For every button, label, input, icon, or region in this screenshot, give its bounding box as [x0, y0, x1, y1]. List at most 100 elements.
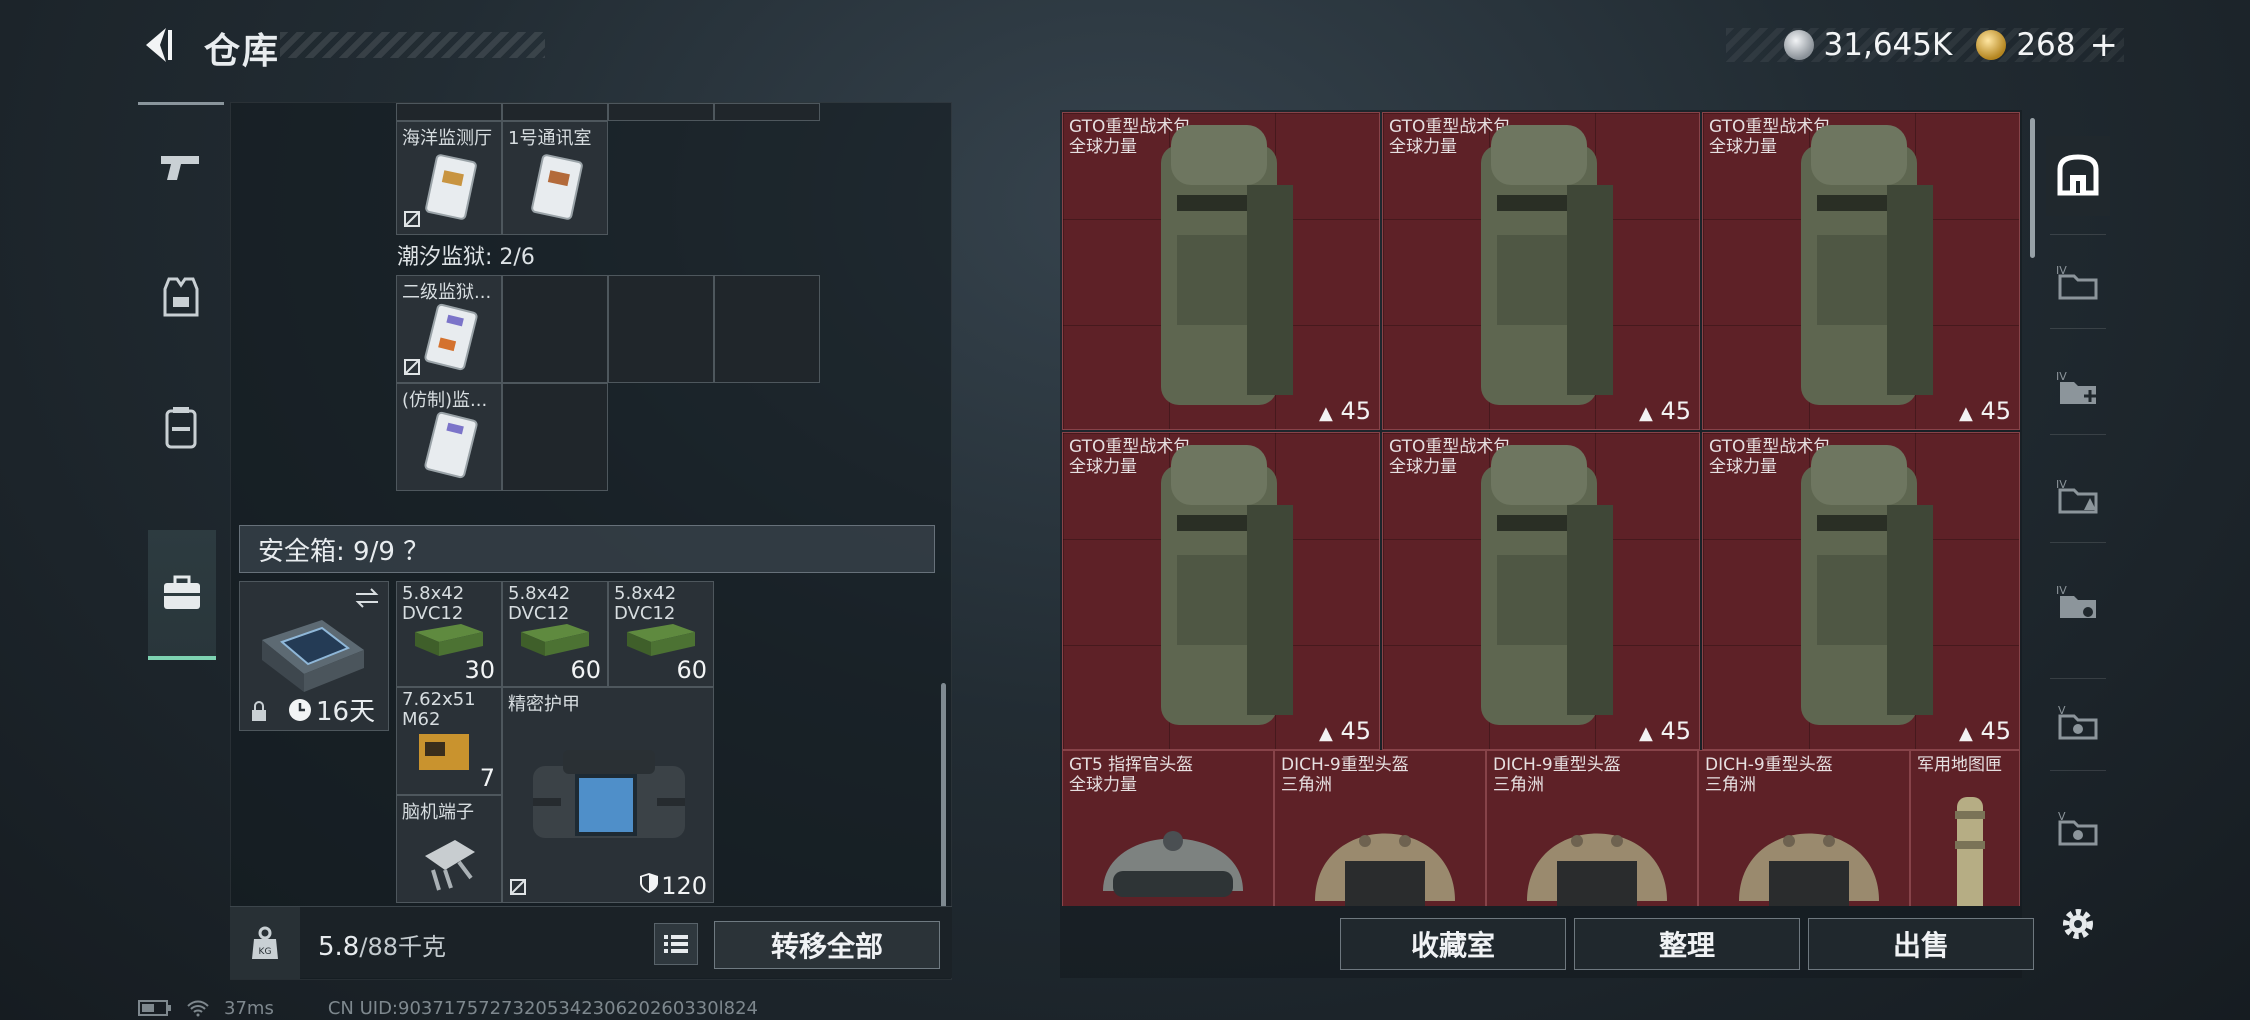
- item-name: (仿制)监...: [402, 390, 488, 411]
- gold-coin-icon: [1976, 30, 2007, 60]
- helmet-item[interactable]: DICH-9重型头盔 三角洲: [1486, 750, 1698, 906]
- nav-safebox[interactable]: [148, 530, 216, 660]
- armor-vest-icon: [163, 277, 199, 317]
- sort-button[interactable]: 整理: [1574, 918, 1800, 970]
- container-tab-4[interactable]: IV: [2046, 570, 2110, 634]
- keycard-icon: [425, 154, 477, 220]
- folder-warning-iv-icon: IV: [2056, 478, 2098, 514]
- transfer-all-button[interactable]: 转移全部: [714, 921, 940, 969]
- weight-current: 5.8: [318, 932, 360, 962]
- helmet-item[interactable]: DICH-9重型头盔 三角洲: [1274, 750, 1486, 906]
- item-count: 60: [676, 656, 707, 684]
- container-tab-1[interactable]: IV: [2046, 250, 2110, 314]
- sidebar-divider: [2050, 542, 2106, 543]
- backpack-item[interactable]: GTO重型战术包 全球力量 ▲ 45: [1382, 112, 1700, 430]
- item-name: 5.8x42 DVC12: [614, 583, 677, 624]
- item-faction: 全球力量: [1069, 457, 1137, 477]
- ammo-item[interactable]: 5.8x42 DVC12 60: [502, 581, 608, 687]
- grid-cell: [714, 103, 820, 121]
- helmet-item[interactable]: DICH-9重型头盔 三角洲: [1698, 750, 1910, 906]
- left-category-nav: [138, 100, 224, 680]
- backpack-item[interactable]: GTO重型战术包 全球力量 ▲ 45: [1702, 112, 2020, 430]
- count-value: 45: [1980, 717, 2011, 745]
- item-name: DICH-9重型头盔: [1705, 755, 1833, 775]
- swap-icon[interactable]: [354, 588, 380, 608]
- container-tab-3[interactable]: IV: [2046, 464, 2110, 528]
- svg-text:IV: IV: [2056, 584, 2067, 597]
- list-icon: [664, 935, 688, 953]
- item-name: 脑机端子: [402, 802, 474, 823]
- backpack-item[interactable]: GTO重型战术包 全球力量 ▲ 45: [1702, 432, 2020, 750]
- count-value: 45: [1660, 397, 1691, 425]
- keycard-item[interactable]: (仿制)监...: [396, 383, 502, 491]
- container-tab-6[interactable]: V: [2046, 796, 2110, 860]
- container-sidebar: IV IV IV IV V V: [2040, 110, 2110, 980]
- keycard-icon: [424, 303, 478, 371]
- grid-cell[interactable]: [714, 275, 820, 383]
- nav-backpack[interactable]: [138, 362, 224, 492]
- container-tab-5[interactable]: V: [2046, 690, 2110, 754]
- settings-button[interactable]: [2046, 892, 2110, 956]
- ammo-box-icon: [415, 624, 483, 656]
- item-name: 7.62x51 M62: [402, 689, 476, 730]
- weight-class-icon: ▲: [1638, 403, 1653, 424]
- no-trade-icon: [404, 211, 420, 227]
- sidebar-divider: [2050, 434, 2106, 435]
- backpack-item[interactable]: GTO重型战术包 全球力量 ▲ 45: [1382, 432, 1700, 750]
- item-count: ▲ 45: [1639, 397, 1691, 425]
- weight-lock-button[interactable]: KG: [230, 907, 300, 979]
- keycard-item[interactable]: 二级监狱...: [396, 275, 502, 383]
- collection-room-button[interactable]: 收藏室: [1340, 918, 1566, 970]
- list-view-button[interactable]: [654, 923, 698, 965]
- nav-weapons[interactable]: [138, 102, 224, 232]
- ammo-box-icon: [627, 624, 695, 656]
- item-name: 二级监狱...: [402, 282, 492, 303]
- map-case-item[interactable]: 军用地图匣: [1910, 750, 2020, 906]
- add-currency-button[interactable]: +: [2090, 25, 2119, 65]
- storage-icon: [2057, 154, 2099, 196]
- grid-cell: [608, 103, 714, 121]
- item-name: 5.8x42 DVC12: [508, 583, 571, 624]
- sidebar-divider: [2050, 678, 2106, 679]
- backpack-icon: [165, 407, 197, 449]
- item-count: ▲ 45: [1319, 717, 1371, 745]
- shield-icon: [640, 873, 658, 893]
- grid-cell[interactable]: [608, 275, 714, 383]
- count-value: 45: [1660, 717, 1691, 745]
- keycard-item[interactable]: 1号通讯室: [502, 121, 608, 235]
- back-button[interactable]: [136, 22, 182, 68]
- weight-class-icon: ▲: [1318, 403, 1333, 424]
- item-faction: 全球力量: [1389, 137, 1457, 157]
- backpack-item[interactable]: GTO重型战术包 全球力量 ▲ 45: [1062, 112, 1380, 430]
- item-name: DICH-9重型头盔: [1281, 755, 1409, 775]
- container-scrollbar[interactable]: [2030, 118, 2035, 258]
- helmet-image: [1739, 833, 1879, 906]
- nav-armor[interactable]: [138, 232, 224, 362]
- silver-currency-value: 31,645K: [1823, 27, 1953, 63]
- container-tab-2[interactable]: IV: [2046, 356, 2110, 420]
- item-faction: 全球力量: [1709, 457, 1777, 477]
- item-count: ▲ 45: [1959, 717, 2011, 745]
- backpack-image: [1801, 445, 1933, 725]
- ammo-item[interactable]: 5.8x42 DVC12 30: [396, 581, 502, 687]
- backpack-item[interactable]: GTO重型战术包 全球力量 ▲ 45: [1062, 432, 1380, 750]
- armor-item[interactable]: 精密护甲 120: [502, 687, 714, 903]
- keycard-icon: [531, 154, 583, 220]
- safe-box-icon: [262, 620, 364, 692]
- storage-tab[interactable]: [2046, 136, 2110, 216]
- helmet-item[interactable]: GT5 指挥官头盔 全球力量: [1062, 750, 1274, 906]
- ammo-item[interactable]: 5.8x42 DVC12 60: [608, 581, 714, 687]
- grid-cell[interactable]: [502, 383, 608, 491]
- briefcase-icon: [164, 575, 200, 609]
- ammo-item[interactable]: 7.62x51 M62 7: [396, 687, 502, 795]
- weight-class-icon: ▲: [1958, 723, 1973, 744]
- safe-box-item[interactable]: 16天: [239, 581, 389, 731]
- keycard-item[interactable]: 海洋监测厅: [396, 121, 502, 235]
- item-count: ▲ 45: [1319, 397, 1371, 425]
- grid-cell[interactable]: [502, 275, 608, 383]
- stash-footer: KG 5.8/88千克 转移全部: [230, 906, 952, 979]
- brain-terminal-item[interactable]: 脑机端子: [396, 795, 502, 903]
- backpack-image: [1481, 445, 1613, 725]
- count-value: 45: [1340, 397, 1371, 425]
- sell-button[interactable]: 出售: [1808, 918, 2034, 970]
